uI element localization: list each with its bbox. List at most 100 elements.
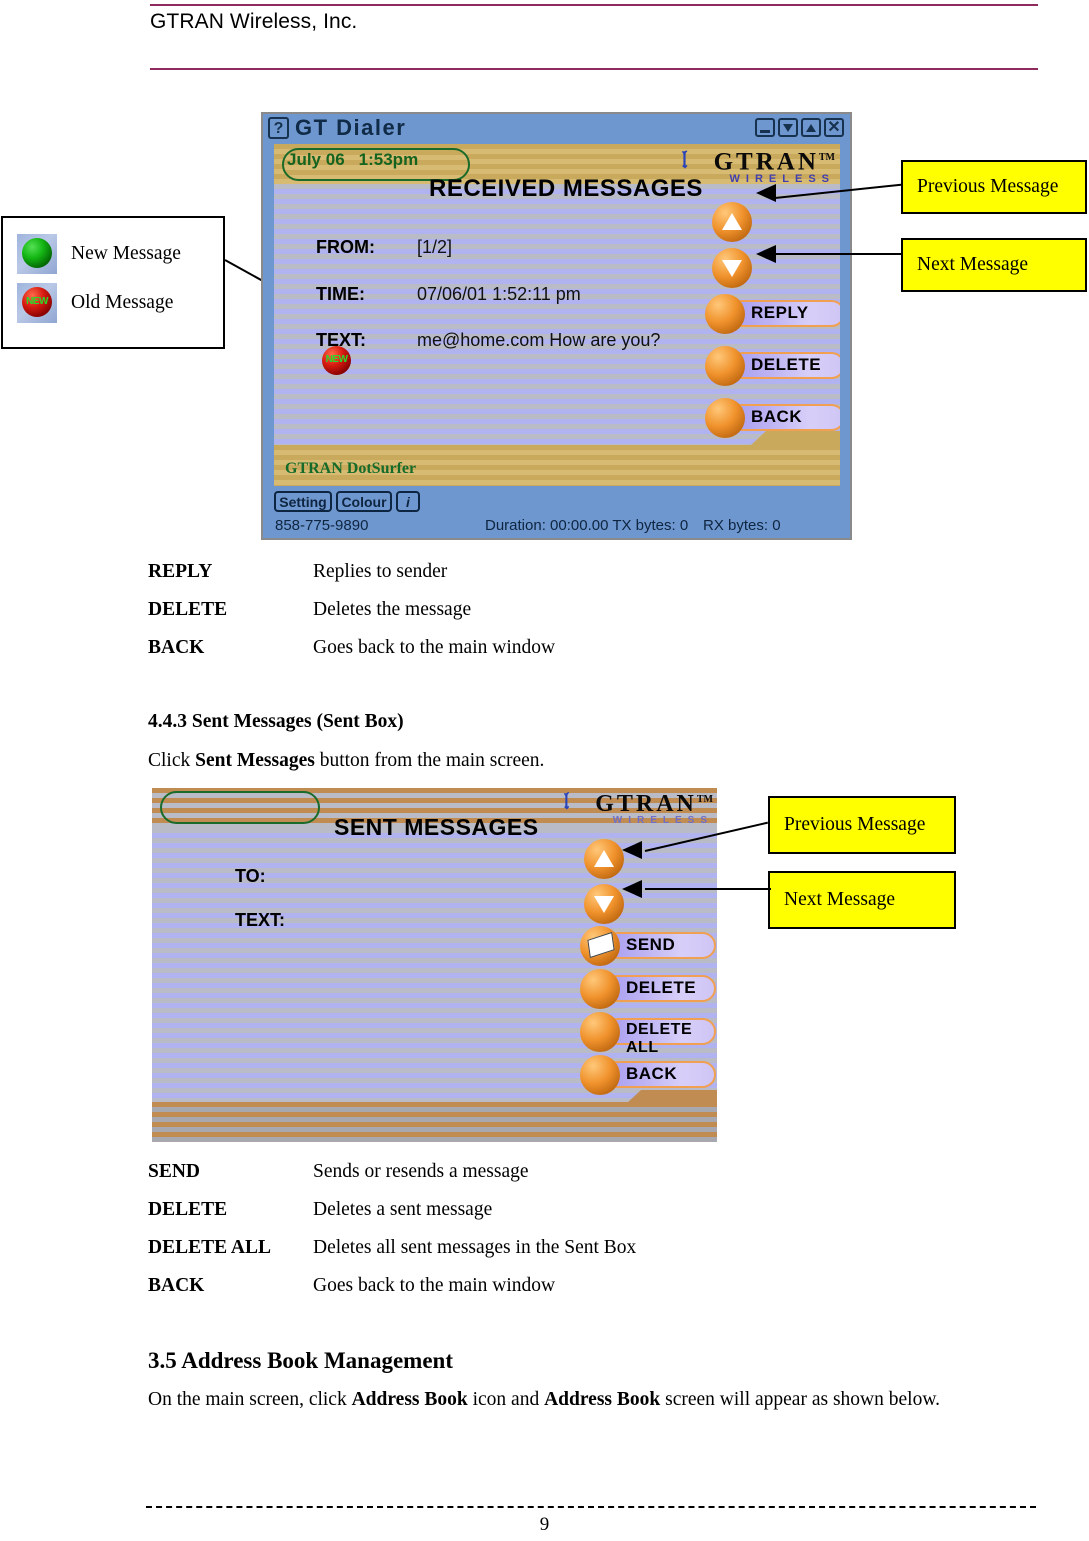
sent-bottom-bar (152, 1090, 717, 1142)
next-message-button[interactable] (712, 248, 752, 288)
sent-key-back: BACK (148, 1275, 205, 1296)
back-button[interactable]: BACK (705, 398, 840, 438)
legend-label-old: Old Message (71, 292, 174, 313)
gt-dialer-statusbar: Setting Colour i 858-775-9890 Duration: … (263, 486, 850, 538)
gtran-logo: GTRANTM WIRELESS (714, 146, 835, 185)
time-text: 1:53pm (358, 150, 419, 169)
send-button[interactable]: SEND (580, 926, 717, 966)
previous-message-button[interactable] (712, 202, 752, 242)
setting-button[interactable]: Setting (274, 491, 332, 512)
gtran-swoosh-icon: 𝔩 (682, 145, 688, 174)
bottom-bar-notch (627, 1090, 717, 1103)
sent-key-delete: DELETE (148, 1199, 228, 1220)
chevron-up-icon (594, 850, 614, 867)
reply-button[interactable]: REPLY (705, 294, 840, 334)
close-icon[interactable]: ✕ (824, 118, 844, 137)
previous-message-button[interactable] (584, 839, 624, 879)
callout-text: Previous Message (784, 814, 926, 835)
new-message-ball-icon (17, 234, 57, 274)
delete-button-label: DELETE (626, 978, 697, 997)
back-knob-icon (580, 1055, 620, 1095)
datetime-text: July 06 1:53pm (287, 150, 418, 170)
callout-arrow-head-next-1 (756, 245, 776, 263)
chevron-up-icon[interactable] (801, 118, 821, 137)
legend-row-old: NEW Old Message (17, 283, 173, 323)
sent-screen-heading: SENT MESSAGES (334, 814, 539, 840)
gtran-swoosh-icon: 𝔩 (563, 788, 569, 815)
page-number: 9 (539, 1514, 550, 1535)
brand-sub: WIRELESS (612, 815, 713, 826)
gt-dialer-titlebar[interactable]: ? GT Dialer ✕ (263, 114, 850, 142)
chevron-down-icon[interactable] (778, 118, 798, 137)
back-button-label: BACK (751, 407, 803, 426)
screen-heading: RECEIVED MESSAGES (429, 175, 703, 202)
field-label-time: TIME: (316, 284, 365, 304)
legend-row-new: New Message (17, 234, 181, 274)
intro-bold: Sent Messages (195, 750, 315, 771)
footer-rule (146, 1506, 1036, 1508)
callout-previous-message-2: Previous Message (768, 796, 956, 854)
message-status-legend: New Message NEW Old Message (1, 216, 225, 349)
received-key-back: BACK (148, 637, 205, 658)
reply-knob-icon (705, 294, 745, 334)
delete-all-button[interactable]: DELETE ALL (580, 1012, 717, 1056)
section-35-heading: 3.5 Address Book Management (148, 1348, 453, 1373)
sent-datetime-pill[interactable] (160, 791, 320, 824)
brand-initial: G (713, 148, 737, 176)
header-rule-top (150, 4, 1038, 6)
delete-button[interactable]: DELETE (705, 346, 840, 386)
colour-button[interactable]: Colour (336, 491, 392, 512)
sent-key-send: SEND (148, 1161, 201, 1182)
intro-post: button from the main screen. (314, 750, 545, 771)
field-value-text: me@home.com How are you? (417, 330, 661, 350)
dotsurfer-brand: GTRAN DotSurfer (285, 460, 417, 477)
callout-arrow-head-prev-1 (756, 184, 776, 202)
callout-next-message-2: Next Message (768, 871, 956, 929)
callout-text: Next Message (917, 254, 1029, 275)
sent-desc-delete-all: Deletes all sent messages in the Sent Bo… (313, 1237, 637, 1258)
body-post: screen will appear as shown below. (660, 1389, 941, 1410)
help-icon[interactable]: ? (268, 117, 289, 139)
chevron-down-icon (594, 896, 614, 913)
section-35-body: On the main screen, click Address Book i… (148, 1388, 940, 1412)
section-443-heading: 4.4.3 Sent Messages (Sent Box) (148, 711, 404, 733)
received-key-reply: REPLY (148, 561, 213, 582)
rx-bytes-status: RX bytes: 0 (703, 517, 781, 534)
brand-main: TRAN (736, 148, 819, 176)
sent-desc-delete: Deletes a sent message (313, 1199, 493, 1220)
next-message-button[interactable] (584, 884, 624, 924)
sent-desc-send: Sends or resends a message (313, 1161, 529, 1182)
info-icon[interactable]: i (396, 491, 420, 512)
gtran-logo: GTRANTM WIRELESS (595, 789, 713, 826)
page-header-company: GTRAN Wireless, Inc. (150, 10, 358, 33)
callout-text: Next Message (784, 889, 896, 910)
received-key-delete: DELETE (148, 599, 228, 620)
callout-next-message-1: Next Message (901, 238, 1087, 292)
brand-main: TRAN (616, 791, 697, 817)
sent-key-delete-all: DELETE ALL (148, 1237, 272, 1258)
bottom-bar-notch (750, 431, 840, 446)
window-controls[interactable]: ✕ (755, 118, 844, 137)
brand-initial: G (595, 791, 617, 817)
delete-button[interactable]: DELETE (580, 969, 717, 1009)
callout-arrow-head-prev-2 (622, 841, 642, 859)
send-button-label: SEND (626, 935, 676, 954)
back-button-label: BACK (626, 1064, 678, 1083)
body-pre: On the main screen, click (148, 1389, 352, 1410)
brand-tm: TM (696, 794, 713, 805)
received-desc-reply: Replies to sender (313, 561, 448, 582)
chevron-up-icon (722, 213, 742, 230)
section-443-title: Sent Messages (Sent Box) (191, 711, 404, 732)
legend-label-new: New Message (71, 243, 181, 264)
minimize-icon[interactable] (755, 118, 775, 137)
delete-button-label: DELETE (751, 355, 822, 374)
gt-dialer-window[interactable]: ? GT Dialer ✕ July 06 1:53pm 𝔩 GTRANTM WI… (261, 112, 852, 540)
section-443-intro: Click Sent Messages button from the main… (148, 749, 544, 773)
brand-tm: TM (818, 152, 835, 163)
back-button[interactable]: BACK (580, 1055, 717, 1095)
window-title: GT Dialer (295, 115, 407, 140)
callout-arrow-line-next-2 (645, 888, 771, 890)
body-bold-2: Address Book (544, 1389, 661, 1410)
old-message-ball-icon: NEW (17, 283, 57, 323)
field-label-text: TEXT: (235, 910, 286, 930)
